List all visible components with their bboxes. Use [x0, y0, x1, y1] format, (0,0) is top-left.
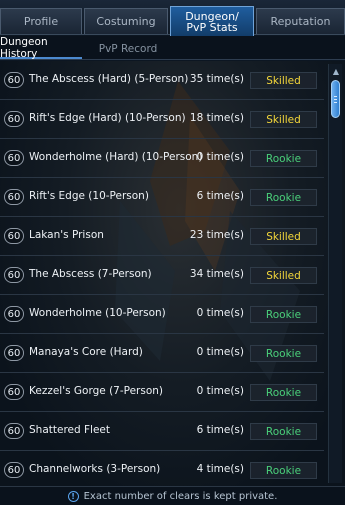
level-badge: 60 [4, 306, 24, 322]
clear-count: 6 time(s) [196, 424, 244, 436]
level-badge: 60 [4, 267, 24, 283]
rank-badge: Rookie [250, 423, 317, 440]
level-badge: 60 [4, 228, 24, 244]
dungeon-name: The Abscess (7-Person) [29, 268, 152, 280]
rank-badge: Rookie [250, 306, 317, 323]
dungeon-row[interactable]: 60 Shattered Fleet 6 time(s) Rookie [0, 412, 324, 451]
dungeon-row[interactable]: 60 Kezzel's Gorge (7-Person) 0 time(s) Rook… [0, 373, 324, 412]
rank-badge: Rookie [250, 345, 317, 362]
subtab-dungeon-history[interactable]: Dungeon History [0, 36, 82, 60]
tab-dungeon-pvp-stats[interactable]: Dungeon/ PvP Stats [170, 6, 254, 36]
footer-notice: ! Exact number of clears is kept private… [0, 486, 345, 505]
dungeon-row[interactable]: 60 Lakan's Prison 23 time(s) Skilled [0, 217, 324, 256]
clear-count: 0 time(s) [196, 307, 244, 319]
rank-badge: Skilled [250, 267, 317, 284]
rank-badge: Skilled [250, 111, 317, 128]
footer-text: Exact number of clears is kept private. [83, 490, 278, 502]
thumb-grip-line [334, 102, 337, 103]
rank-badge: Rookie [250, 384, 317, 401]
rank-badge: Rookie [250, 150, 317, 167]
clear-count: 18 time(s) [189, 112, 244, 124]
rank-badge: Skilled [250, 72, 317, 89]
tab-reputation[interactable]: Reputation [256, 8, 345, 34]
scroll-up-arrow-icon[interactable]: ▲ [330, 66, 342, 76]
level-badge: 60 [4, 189, 24, 205]
level-badge: 60 [4, 423, 24, 439]
level-badge: 60 [4, 462, 24, 478]
dungeon-history-list: 60 The Abscess (Hard) (5-Person) 35 time(s… [0, 61, 324, 485]
dungeon-name: Wonderholme (10-Person) [29, 307, 166, 319]
scrollbar[interactable]: ▲ [328, 64, 342, 483]
thumb-grip-line [334, 96, 337, 97]
level-badge: 60 [4, 111, 24, 127]
rank-badge: Rookie [250, 462, 317, 479]
clear-count: 4 time(s) [196, 463, 244, 475]
clear-count: 0 time(s) [196, 346, 244, 358]
level-badge: 60 [4, 384, 24, 400]
sub-tab-bar: Dungeon History PvP Record [0, 36, 345, 60]
tab-profile[interactable]: Profile [0, 8, 82, 34]
dungeon-row[interactable]: 60 The Abscess (7-Person) 34 time(s) Skille… [0, 256, 324, 295]
dungeon-row[interactable]: 60 The Abscess (Hard) (5-Person) 35 time(s… [0, 61, 324, 100]
rank-badge: Rookie [250, 189, 317, 206]
dungeon-name: Kezzel's Gorge (7-Person) [29, 385, 164, 397]
dungeon-row[interactable]: 60 Channelworks (3-Person) 4 time(s) Rookie [0, 451, 324, 485]
dungeon-name: Lakan's Prison [29, 229, 104, 241]
dungeon-name: Channelworks (3-Person) [29, 463, 161, 475]
top-tab-bar: Profile Costuming Dungeon/ PvP Stats Rep… [0, 0, 345, 36]
thumb-grip-line [334, 99, 337, 100]
subtab-pvp-record[interactable]: PvP Record [92, 38, 164, 59]
clear-count: 0 time(s) [196, 385, 244, 397]
dungeon-row[interactable]: 60 Wonderholme (Hard) (10-Person) 0 time(s… [0, 139, 324, 178]
level-badge: 60 [4, 72, 24, 88]
dungeon-row[interactable]: 60 Wonderholme (10-Person) 0 time(s) Rookie [0, 295, 324, 334]
dungeon-name: Shattered Fleet [29, 424, 110, 436]
scrollbar-thumb[interactable] [331, 80, 340, 118]
clear-count: 6 time(s) [196, 190, 244, 202]
clear-count: 23 time(s) [189, 229, 244, 241]
dungeon-row[interactable]: 60 Rift's Edge (Hard) (10-Person) 18 time(… [0, 100, 324, 139]
dungeon-row[interactable]: 60 Manaya's Core (Hard) 0 time(s) Rookie [0, 334, 324, 373]
tab-costuming[interactable]: Costuming [84, 8, 168, 34]
clear-count: 0 time(s) [196, 151, 244, 163]
dungeon-name: Manaya's Core (Hard) [29, 346, 143, 358]
dungeon-name: Rift's Edge (10-Person) [29, 190, 149, 202]
rank-badge: Skilled [250, 228, 317, 245]
level-badge: 60 [4, 150, 24, 166]
clear-count: 35 time(s) [189, 73, 244, 85]
info-icon: ! [67, 490, 79, 502]
level-badge: 60 [4, 345, 24, 361]
dungeon-row[interactable]: 60 Rift's Edge (10-Person) 6 time(s) Rookie [0, 178, 324, 217]
clear-count: 34 time(s) [189, 268, 244, 280]
tab-dungeon-pvp-stats-label: Dungeon/ PvP Stats [185, 9, 239, 34]
